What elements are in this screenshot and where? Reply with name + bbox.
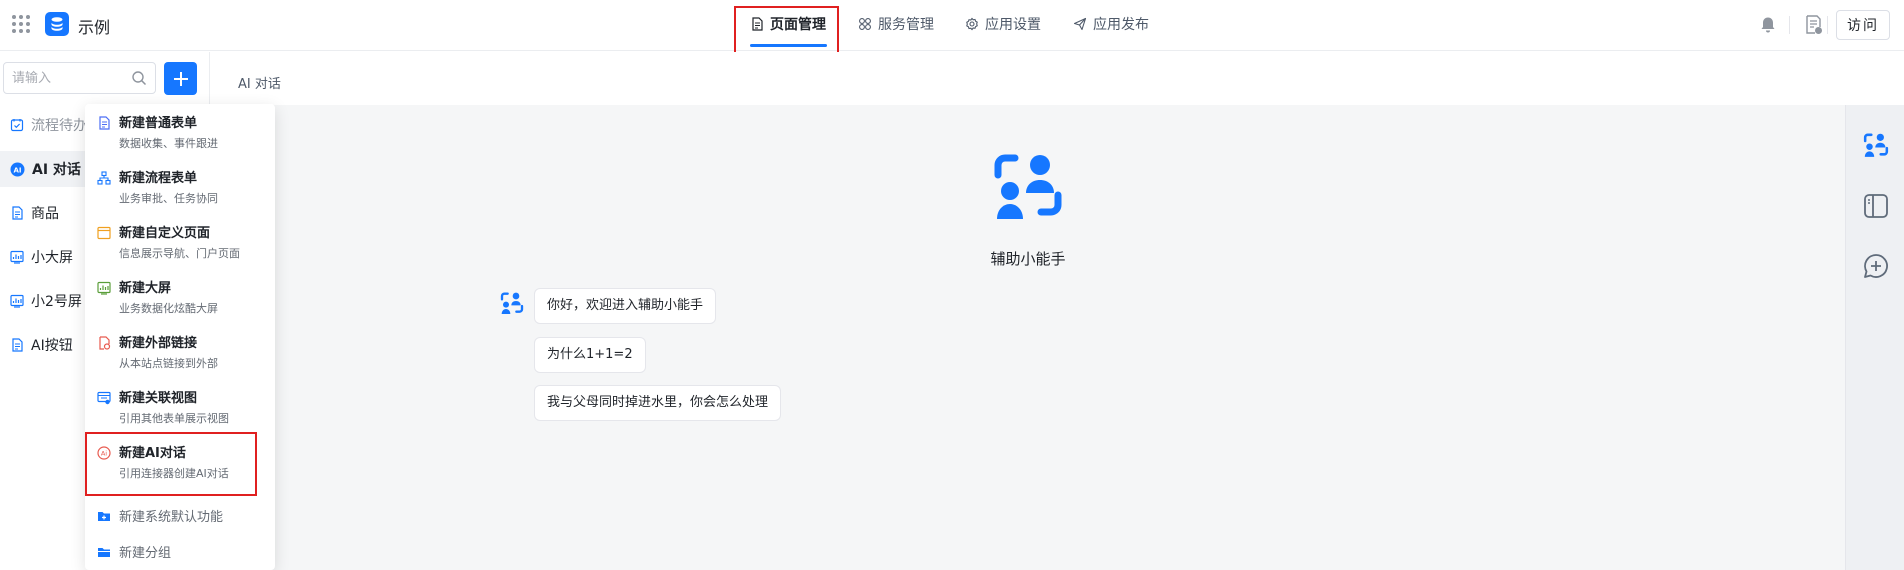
sidebar-item-goods[interactable]: 商品 — [0, 195, 90, 231]
publish-plane-icon — [1073, 17, 1087, 31]
sidebar-item-process-todo[interactable]: 流程待办 — [0, 107, 90, 143]
sidebar-item-label: 小2号屏 — [31, 294, 82, 310]
plus-icon — [173, 71, 188, 86]
chat-area: 辅助小能手 你好，欢迎进入辅助小能手 为什么1+1=2 我与父母同时掉进水里，你… — [211, 105, 1845, 570]
sidebar-item-label: AI按钮 — [31, 338, 73, 354]
highlight-box-tab — [734, 6, 839, 58]
external-link-icon — [99, 336, 111, 350]
app-grid-icon[interactable] — [12, 15, 30, 33]
tab-label: 应用设置 — [985, 17, 1041, 33]
suggested-question[interactable]: 我与父母同时掉进水里，你会怎么处理 — [534, 385, 782, 421]
menu-item-new-group[interactable]: 新建分组 — [85, 539, 275, 567]
menu-item-new-form[interactable]: 新建普通表单 数据收集、事件跟进 — [85, 110, 275, 162]
assistant-name: 辅助小能手 — [990, 250, 1066, 268]
add-page-button[interactable] — [164, 62, 197, 95]
menu-item-new-external-link[interactable]: 新建外部链接 从本站点链接到外部 — [85, 330, 275, 382]
menu-item-title: 新建普通表单 — [119, 116, 198, 131]
app-name: 示例 — [78, 18, 111, 37]
sidebar-item-ai-button[interactable]: AI按钮 — [0, 327, 90, 363]
menu-item-desc: 引用其他表单展示视图 — [119, 412, 229, 425]
sidebar-item-label: AI 对话 — [32, 162, 81, 178]
flow-icon — [97, 171, 111, 185]
new-chat-icon[interactable] — [1863, 253, 1889, 279]
new-page-menu: 新建普通表单 数据收集、事件跟进 新建流程表单 业务审批、任务协同 新建自定义页… — [85, 104, 275, 570]
menu-item-title: 新建系统默认功能 — [119, 510, 224, 525]
divider — [1827, 16, 1828, 34]
visit-button[interactable]: 访问 — [1836, 10, 1890, 40]
menu-item-title: 新建大屏 — [119, 281, 172, 296]
sidebar-search — [3, 62, 156, 94]
sidebar-item-small-screen[interactable]: 小大屏 — [0, 239, 90, 275]
menu-item-new-custom-page[interactable]: 新建自定义页面 信息展示导航、门户页面 — [85, 220, 275, 272]
folder-icon — [98, 548, 110, 557]
document-icon — [12, 338, 23, 352]
highlight-box-menu-item — [85, 432, 257, 496]
menu-item-desc: 业务数据化炫酷大屏 — [119, 302, 218, 315]
divider — [1789, 16, 1790, 34]
menu-item-new-system-default[interactable]: 新建系统默认功能 — [85, 503, 275, 531]
right-toolbar — [1845, 105, 1904, 570]
top-bar: 示例 页面管理 服务管理 应用设置 应用发布 访问 — [0, 0, 1904, 58]
sidebar-item-label: 商品 — [31, 206, 59, 222]
menu-item-desc: 数据收集、事件跟进 — [119, 137, 218, 150]
chat-message: 你好，欢迎进入辅助小能手 — [534, 288, 717, 324]
app-logo-icon — [45, 12, 69, 36]
content-header: AI 对话 — [211, 52, 1904, 105]
linked-view-icon — [97, 391, 111, 405]
sidebar-item-ai-chat[interactable]: AI AI 对话 — [0, 151, 90, 187]
menu-item-title: 新建自定义页面 — [119, 226, 211, 241]
menu-item-desc: 业务审批、任务协同 — [119, 192, 218, 205]
menu-item-new-big-screen[interactable]: 新建大屏 业务数据化炫酷大屏 — [85, 275, 275, 327]
folder-plus-icon — [98, 512, 110, 521]
tab-label: 应用发布 — [1093, 17, 1149, 33]
tab-label: 服务管理 — [878, 17, 934, 33]
bell-icon[interactable] — [1760, 16, 1776, 34]
sidebar-item-label: 流程待办 — [31, 118, 87, 134]
ai-icon: AI — [10, 162, 25, 176]
dashboard-icon — [10, 294, 24, 308]
menu-item-new-flow-form[interactable]: 新建流程表单 业务审批、任务协同 — [85, 165, 275, 217]
menu-item-desc: 从本站点链接到外部 — [119, 357, 218, 370]
settings-gear-icon — [966, 17, 978, 31]
assistant-avatar-icon — [994, 154, 1062, 219]
sidebar-panel-icon[interactable] — [1863, 193, 1889, 219]
tab-service-management[interactable]: 服务管理 — [858, 14, 934, 34]
menu-item-title: 新建分组 — [119, 546, 172, 561]
svg-text:AI: AI — [13, 166, 21, 174]
big-screen-icon — [97, 281, 111, 295]
menu-item-new-linked-view[interactable]: 新建关联视图 引用其他表单展示视图 — [85, 385, 275, 437]
bot-avatar-icon — [500, 292, 524, 314]
checklist-icon — [10, 119, 24, 132]
breadcrumb: AI 对话 — [238, 77, 281, 92]
tab-app-publish[interactable]: 应用发布 — [1073, 14, 1149, 34]
search-icon[interactable] — [131, 70, 147, 86]
suggested-question[interactable]: 为什么1+1=2 — [534, 337, 646, 373]
tab-app-settings[interactable]: 应用设置 — [965, 14, 1041, 34]
menu-item-title: 新建流程表单 — [119, 171, 198, 186]
menu-item-title: 新建关联视图 — [119, 391, 198, 406]
search-input[interactable] — [12, 64, 132, 92]
menu-item-title: 新建外部链接 — [119, 336, 198, 351]
sidebar-item-label: 小大屏 — [31, 250, 73, 266]
sidebar-item-small-screen-2[interactable]: 小2号屏 — [0, 283, 90, 319]
document-settings-icon[interactable] — [1805, 15, 1823, 35]
form-icon — [99, 116, 110, 130]
menu-item-desc: 信息展示导航、门户页面 — [119, 247, 240, 260]
custom-page-icon — [97, 226, 111, 240]
document-icon — [12, 206, 23, 220]
assistant-icon[interactable] — [1863, 133, 1889, 159]
services-icon — [859, 18, 871, 30]
dashboard-icon — [10, 250, 24, 264]
